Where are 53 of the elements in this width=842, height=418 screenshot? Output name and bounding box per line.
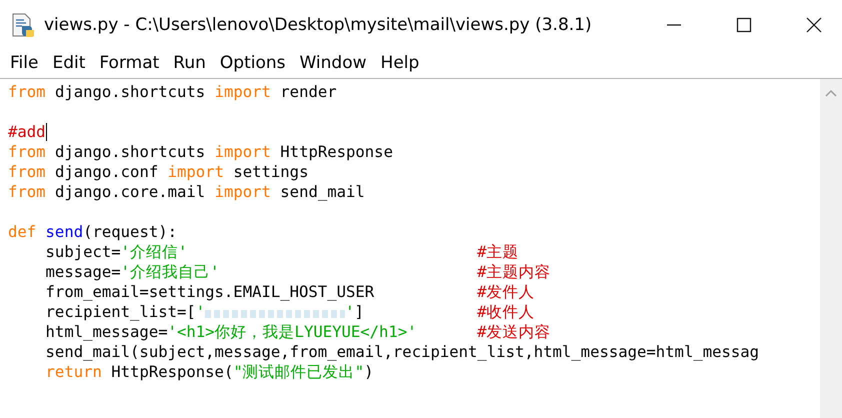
menu-item[interactable]: Run	[173, 53, 206, 73]
code-token: (request):	[83, 222, 177, 242]
code-token: send_mail(subject,message,from_email,recipient_list,html_message=html_messag	[46, 342, 760, 362]
code-token: recipient_list=[	[46, 302, 196, 322]
close-icon[interactable]	[806, 17, 822, 33]
code-token: HttpResponse(	[110, 362, 234, 382]
code-token: send	[46, 222, 84, 242]
code-token: import	[214, 142, 271, 162]
code-comment: #发件人	[477, 282, 535, 302]
code-token: '介绍信'	[120, 242, 188, 262]
menu-item[interactable]: Help	[380, 53, 420, 73]
code-token: def	[8, 222, 36, 242]
code-token: '	[345, 302, 355, 322]
menu-item[interactable]: Options	[220, 53, 286, 73]
code-comment: #主题内容	[477, 262, 551, 282]
code-token: ]	[354, 302, 364, 322]
code-token: '	[196, 302, 206, 322]
code-token: html_message=	[46, 322, 168, 342]
code-token: from	[8, 162, 46, 182]
code-token: django.conf	[54, 162, 160, 182]
menu-item[interactable]: Edit	[52, 53, 86, 73]
code-token: )	[364, 362, 374, 382]
code-token: settings	[232, 162, 308, 182]
code-token: import	[168, 162, 224, 182]
code-comment: #发送内容	[477, 322, 551, 342]
menu-item[interactable]: Window	[300, 53, 367, 73]
code-token: send_mail	[279, 182, 365, 202]
code-token: message=	[46, 262, 121, 282]
code-token: #add	[8, 122, 46, 142]
menu-item[interactable]: File	[10, 53, 38, 73]
code-token: '介绍我自己'	[120, 262, 220, 282]
code-token: from	[8, 182, 46, 202]
code-token: render	[279, 82, 337, 102]
code-token: django.core.mail	[54, 182, 206, 202]
code-token: import	[214, 182, 271, 202]
code-token: from_email=settings.EMAIL_HOST_USER	[46, 282, 374, 302]
code-comment: #主题	[477, 242, 519, 262]
code-token: import	[214, 82, 271, 102]
code-comment: #收件人	[477, 302, 535, 322]
code-token: '<h1>你好，我是LYUEYUE</h1>'	[168, 322, 417, 342]
code-token: "测试邮件已发出"	[233, 362, 364, 382]
code-token: django.shortcuts	[54, 142, 206, 162]
code-token: HttpResponse	[279, 142, 393, 162]
scrollbar[interactable]	[820, 79, 842, 418]
window-title: views.py - C:\Users\lenovo\Desktop\mysite\mail\views.py (3.8.1)	[44, 15, 593, 35]
code-token: return	[46, 362, 102, 382]
menu-item[interactable]: Format	[99, 53, 160, 73]
code-token: from	[8, 82, 46, 102]
python-file-icon	[10, 12, 36, 38]
code-token: from	[8, 142, 46, 162]
maximize-icon[interactable]	[736, 17, 752, 33]
code-token: django.shortcuts	[54, 82, 206, 102]
code-token: subject=	[46, 242, 121, 262]
